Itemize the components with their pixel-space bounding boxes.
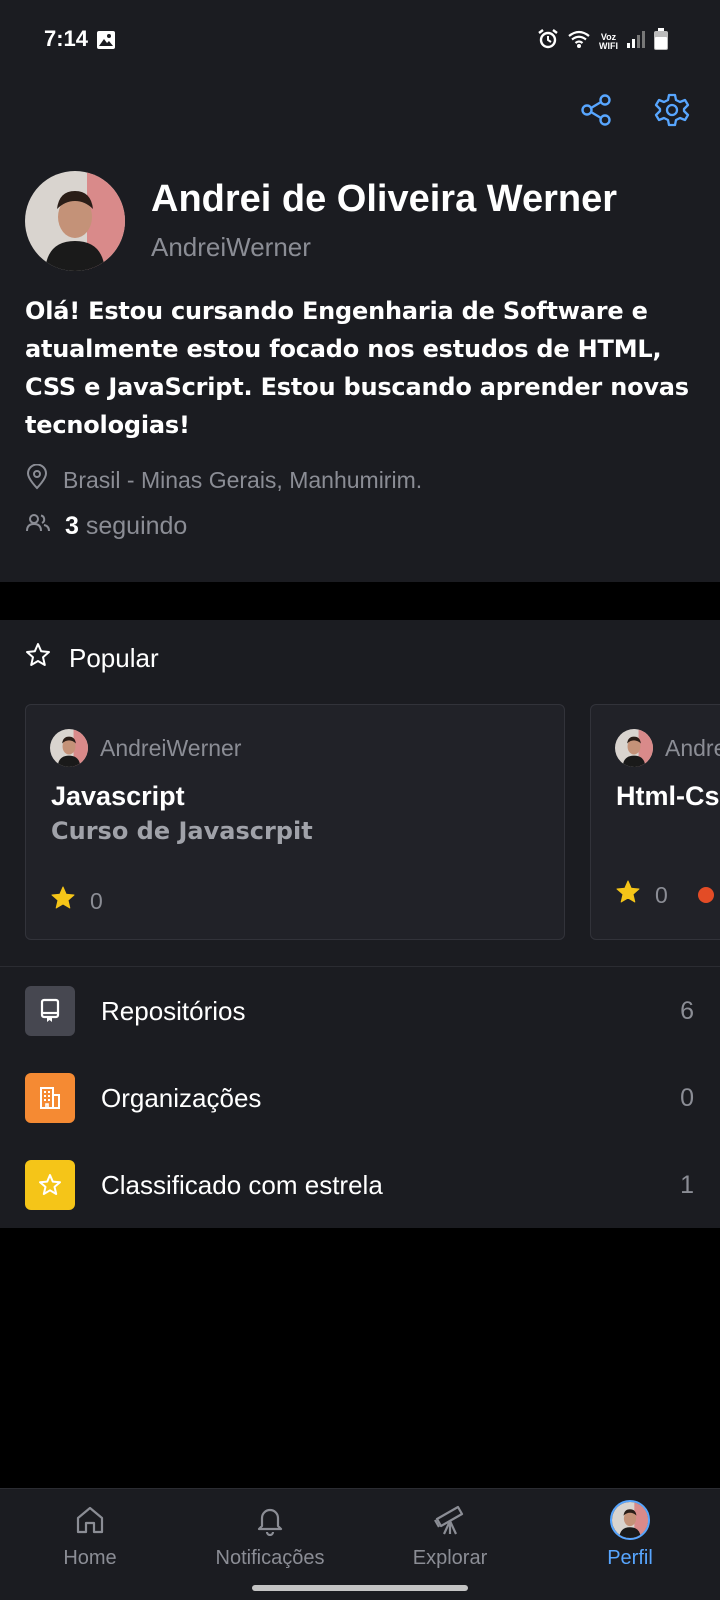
card-star-count: 0	[655, 881, 668, 908]
card-owner: AndreiWerner	[615, 729, 720, 767]
card-title: Html-Css	[616, 781, 720, 811]
location-row: Brasil - Minas Gerais, Manhumirim.	[25, 463, 423, 496]
signal-icon	[626, 29, 646, 54]
card-owner-name: AndreiWerner	[100, 734, 242, 761]
card-stars: 0	[615, 879, 714, 911]
menu-item-organizations[interactable]: Organizações 0	[0, 1058, 720, 1138]
nav-avatar-wrap	[610, 1499, 650, 1541]
wifi-icon	[567, 29, 591, 54]
following-row[interactable]: 3 seguindo	[25, 512, 187, 541]
star-filled-icon	[50, 885, 76, 917]
people-icon	[25, 512, 51, 541]
star-filled-icon	[615, 879, 641, 911]
menu-label: Organizações	[101, 1082, 262, 1113]
bell-icon	[254, 1499, 286, 1541]
repo-card[interactable]: AndreiWerner Javascript Curso de Javascr…	[25, 704, 565, 940]
gesture-home-bar[interactable]	[252, 1585, 468, 1591]
star-outline-icon	[25, 642, 51, 675]
repo-card[interactable]: AndreiWerner Html-Css 0	[590, 704, 720, 940]
status-icons: Voz WIFI	[537, 28, 668, 55]
status-time: 7:14	[44, 26, 89, 51]
telescope-icon	[432, 1499, 468, 1541]
following-label: seguindo	[85, 512, 188, 540]
popular-header: Popular	[25, 642, 159, 675]
menu-item-starred[interactable]: Classificado com estrela 1	[0, 1145, 720, 1225]
profile-name: Andrei de Oliveira Werner	[151, 178, 618, 220]
repo-icon	[25, 986, 75, 1036]
status-bar: 7:14 Voz WIFI	[0, 0, 720, 80]
nav-profile[interactable]: Perfil	[540, 1499, 720, 1570]
card-description: Curso de Javascrpit	[51, 817, 313, 845]
card-stars: 0	[50, 885, 103, 917]
avatar	[610, 1500, 650, 1540]
profile-section: Andrei de Oliveira Werner AndreiWerner O…	[0, 80, 720, 582]
card-star-count: 0	[90, 887, 103, 914]
nav-label: Perfil	[607, 1547, 653, 1569]
image-notification-icon	[96, 30, 116, 55]
popular-section: Popular AndreiWerner Javascript Curso de…	[0, 620, 720, 1228]
card-owner-name: AndreiWerner	[665, 734, 720, 761]
location-pin-icon	[25, 463, 49, 496]
bottom-nav: Home Notificações Explorar Perfil	[0, 1488, 720, 1600]
location-text: Brasil - Minas Gerais, Manhumirim.	[63, 466, 423, 493]
battery-icon	[654, 28, 668, 55]
divider	[0, 966, 720, 967]
following-count: 3	[65, 512, 79, 540]
nav-label: Home	[63, 1547, 117, 1569]
home-icon	[74, 1499, 106, 1541]
menu-label: Classificado com estrela	[101, 1169, 383, 1200]
popular-heading: Popular	[69, 643, 159, 673]
nav-explore[interactable]: Explorar	[360, 1499, 540, 1570]
nav-home[interactable]: Home	[0, 1499, 180, 1570]
menu-count: 1	[680, 1170, 694, 1199]
nav-notifications[interactable]: Notificações	[180, 1499, 360, 1570]
card-owner: AndreiWerner	[50, 729, 241, 767]
avatar	[50, 729, 88, 767]
star-icon	[25, 1160, 75, 1210]
profile-bio: Olá! Estou cursando Engenharia de Softwa…	[25, 297, 689, 439]
gear-icon[interactable]	[648, 86, 696, 134]
profile-username: AndreiWerner	[151, 232, 311, 262]
card-title: Javascript	[51, 781, 185, 811]
avatar[interactable]	[25, 171, 125, 271]
menu-item-repositories[interactable]: Repositórios 6	[0, 971, 720, 1051]
nav-label: Explorar	[412, 1547, 488, 1569]
menu-count: 6	[680, 996, 694, 1025]
voz-wifi-indicator: Voz WIFI	[599, 31, 618, 51]
menu-label: Repositórios	[101, 995, 246, 1026]
language-color-dot	[697, 887, 714, 903]
menu-count: 0	[680, 1083, 694, 1112]
alarm-icon	[537, 28, 559, 55]
organization-icon	[25, 1073, 75, 1123]
top-actions	[572, 86, 696, 134]
share-icon[interactable]	[572, 86, 620, 134]
avatar	[615, 729, 653, 767]
nav-label: Notificações	[215, 1547, 325, 1569]
